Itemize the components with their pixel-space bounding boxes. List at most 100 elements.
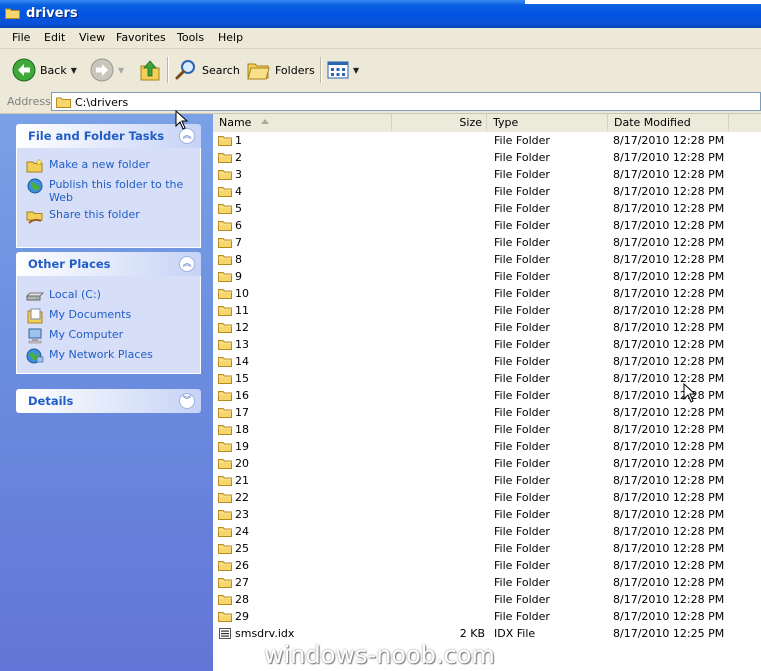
forward-button[interactable]: ▼ (90, 49, 124, 91)
title-bar[interactable]: drivers (0, 0, 761, 28)
file-name: 20 (235, 457, 249, 470)
file-row[interactable]: 3 File Folder 8/17/2010 12:28 PM (213, 166, 761, 183)
file-row[interactable]: 18 File Folder 8/17/2010 12:28 PM (213, 421, 761, 438)
file-row[interactable]: 28 File Folder 8/17/2010 12:28 PM (213, 591, 761, 608)
task-share-folder[interactable]: Share this folder (26, 208, 140, 224)
file-row[interactable]: 5 File Folder 8/17/2010 12:28 PM (213, 200, 761, 217)
file-row[interactable]: 25 File Folder 8/17/2010 12:28 PM (213, 540, 761, 557)
forward-arrow-icon (90, 58, 114, 82)
file-row[interactable]: 2 File Folder 8/17/2010 12:28 PM (213, 149, 761, 166)
place-local-c[interactable]: Local (C:) (26, 288, 101, 304)
file-row[interactable]: 11 File Folder 8/17/2010 12:28 PM (213, 302, 761, 319)
file-date: 8/17/2010 12:28 PM (613, 389, 725, 402)
file-row[interactable]: 9 File Folder 8/17/2010 12:28 PM (213, 268, 761, 285)
place-my-network-places[interactable]: My Network Places (26, 348, 153, 364)
column-header-type[interactable]: Type (487, 114, 608, 131)
views-button[interactable]: ▼ (327, 49, 359, 91)
folder-icon (218, 578, 232, 588)
file-date: 8/17/2010 12:28 PM (613, 202, 725, 215)
panel-header[interactable]: Other Places ︽ (16, 252, 201, 276)
folder-icon (218, 425, 232, 435)
back-button[interactable]: Back ▼ (12, 49, 77, 91)
collapse-icon[interactable]: ︽ (179, 128, 195, 144)
file-name: 17 (235, 406, 249, 419)
place-label: My Computer (49, 328, 124, 341)
file-name: 10 (235, 287, 249, 300)
file-row[interactable]: 24 File Folder 8/17/2010 12:28 PM (213, 523, 761, 540)
file-row[interactable]: 29 File Folder 8/17/2010 12:28 PM (213, 608, 761, 625)
file-date: 8/17/2010 12:28 PM (613, 219, 725, 232)
file-row[interactable]: smsdrv.idx 2 KB IDX File 8/17/2010 12:25 PM (213, 625, 761, 642)
file-row[interactable]: 19 File Folder 8/17/2010 12:28 PM (213, 438, 761, 455)
file-type: File Folder (494, 423, 550, 436)
column-header-name[interactable]: Name (213, 114, 392, 131)
chevron-down-icon[interactable]: ▼ (353, 66, 359, 75)
folder-icon (218, 476, 232, 486)
file-row[interactable]: 10 File Folder 8/17/2010 12:28 PM (213, 285, 761, 302)
file-list[interactable]: 1 File Folder 8/17/2010 12:28 PM 2 File Fold… (213, 132, 761, 671)
file-type: File Folder (494, 338, 550, 351)
up-button[interactable] (139, 49, 161, 91)
panel-header[interactable]: Details ︾ (16, 389, 201, 413)
panel-title: Other Places (28, 257, 111, 271)
file-type: File Folder (494, 236, 550, 249)
collapse-icon[interactable]: ︽ (179, 256, 195, 272)
file-type: File Folder (494, 202, 550, 215)
folder-icon (218, 221, 232, 231)
place-my-documents[interactable]: My Documents (26, 308, 131, 324)
panel-body: Local (C:) My Documents My Computer My N… (16, 276, 201, 374)
search-label: Search (202, 63, 240, 77)
file-name: 26 (235, 559, 249, 572)
expand-icon[interactable]: ︾ (179, 393, 195, 409)
chevron-down-icon[interactable]: ▼ (118, 66, 124, 75)
menu-help[interactable]: Help (218, 31, 243, 44)
file-name: 3 (235, 168, 242, 181)
folder-icon (218, 493, 232, 503)
task-make-new-folder[interactable]: Make a new folder (26, 158, 150, 174)
file-row[interactable]: 4 File Folder 8/17/2010 12:28 PM (213, 183, 761, 200)
menu-tools[interactable]: Tools (177, 31, 204, 44)
file-row[interactable]: 13 File Folder 8/17/2010 12:28 PM (213, 336, 761, 353)
file-row[interactable]: 6 File Folder 8/17/2010 12:28 PM (213, 217, 761, 234)
file-row[interactable]: 21 File Folder 8/17/2010 12:28 PM (213, 472, 761, 489)
file-row[interactable]: 8 File Folder 8/17/2010 12:28 PM (213, 251, 761, 268)
folder-icon (218, 612, 232, 622)
place-my-computer[interactable]: My Computer (26, 328, 123, 344)
menu-edit[interactable]: Edit (44, 31, 65, 44)
file-type: File Folder (494, 525, 550, 538)
file-date: 8/17/2010 12:28 PM (613, 287, 725, 300)
column-header-label: Date Modified (614, 116, 691, 129)
file-type: File Folder (494, 440, 550, 453)
folder-icon (218, 595, 232, 605)
task-publish-to-web[interactable]: Publish this folder to the Web (26, 178, 186, 204)
file-row[interactable]: 20 File Folder 8/17/2010 12:28 PM (213, 455, 761, 472)
file-date: 8/17/2010 12:28 PM (613, 321, 725, 334)
file-row[interactable]: 23 File Folder 8/17/2010 12:28 PM (213, 506, 761, 523)
file-row[interactable]: 16 File Folder 8/17/2010 12:28 PM (213, 387, 761, 404)
menu-favorites[interactable]: Favorites (116, 31, 166, 44)
file-name: smsdrv.idx (235, 627, 295, 640)
file-row[interactable]: 22 File Folder 8/17/2010 12:28 PM (213, 489, 761, 506)
column-header-size[interactable]: Size (392, 114, 487, 131)
file-row[interactable]: 7 File Folder 8/17/2010 12:28 PM (213, 234, 761, 251)
file-type: File Folder (494, 151, 550, 164)
panel-header[interactable]: File and Folder Tasks ︽ (16, 124, 201, 148)
folders-button[interactable]: Folders (247, 49, 315, 91)
chevron-down-icon[interactable]: ▼ (71, 66, 77, 75)
file-row[interactable]: 26 File Folder 8/17/2010 12:28 PM (213, 557, 761, 574)
menu-file[interactable]: File (12, 31, 30, 44)
address-input[interactable]: C:\drivers (51, 92, 761, 111)
file-row[interactable]: 27 File Folder 8/17/2010 12:28 PM (213, 574, 761, 591)
search-button[interactable]: Search (174, 49, 240, 91)
file-date: 8/17/2010 12:28 PM (613, 304, 725, 317)
column-header-date[interactable]: Date Modified (608, 114, 729, 131)
share-folder-icon (26, 211, 43, 224)
menu-view[interactable]: View (79, 31, 105, 44)
file-row[interactable]: 14 File Folder 8/17/2010 12:28 PM (213, 353, 761, 370)
file-row[interactable]: 17 File Folder 8/17/2010 12:28 PM (213, 404, 761, 421)
file-row[interactable]: 15 File Folder 8/17/2010 12:28 PM (213, 370, 761, 387)
file-row[interactable]: 12 File Folder 8/17/2010 12:28 PM (213, 319, 761, 336)
file-row[interactable]: 1 File Folder 8/17/2010 12:28 PM (213, 132, 761, 149)
menu-bar: File Edit View Favorites Tools Help (0, 28, 761, 49)
file-name: 22 (235, 491, 249, 504)
